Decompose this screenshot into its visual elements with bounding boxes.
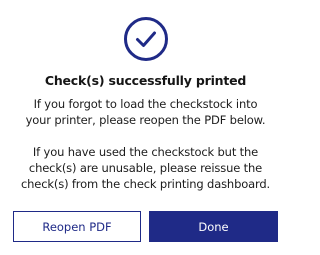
reissue-instructions: If you have used the checkstock but the … [0,144,291,192]
dialog-title: Check(s) successfully printed [44,73,247,88]
reissue-instructions-line: check(s) from the check printing dashboa… [20,177,271,191]
check-circle-icon [124,17,168,61]
reopen-instructions-line: If you forgot to load the checkstock int… [33,97,258,111]
reissue-instructions-line: If you have used the checkstock but the [32,145,259,159]
reopen-instructions: If you forgot to load the checkstock int… [0,96,291,128]
done-button[interactable]: Done [149,211,278,242]
reopen-pdf-button[interactable]: Reopen PDF [13,211,141,242]
reissue-instructions-line: check(s) are unusable, please reissue th… [28,161,263,175]
reopen-instructions-line: your printer, please reopen the PDF belo… [25,113,266,127]
print-success-dialog: Check(s) successfully printed If you for… [0,0,291,255]
